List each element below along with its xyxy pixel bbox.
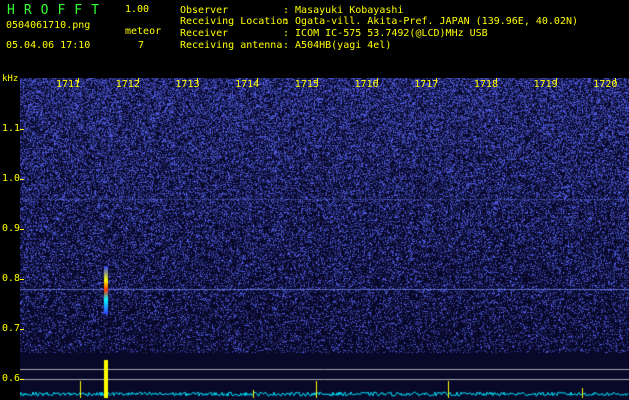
spectrogram-canvas xyxy=(20,78,629,400)
y-axis-unit: kHz xyxy=(2,74,19,84)
antenna-value: : A504HB(yagi 4el) xyxy=(283,40,392,51)
x-tick-label: 1711 xyxy=(56,79,81,90)
y-tick-label: 1.0 xyxy=(2,173,21,184)
x-tick-mark xyxy=(138,78,139,83)
x-tick-label: 1713 xyxy=(175,79,200,90)
antenna-label: Receiving antenna xyxy=(180,40,283,51)
y-tick-label: 0.9 xyxy=(2,223,21,234)
y-tick-mark xyxy=(20,329,24,330)
x-tick-mark xyxy=(556,78,557,83)
x-tick-mark xyxy=(78,78,79,83)
file-name: 0504061710.png xyxy=(6,20,91,31)
x-tick-mark xyxy=(197,78,198,83)
y-tick-label: 0.7 xyxy=(2,323,21,334)
meteor-label: meteor xyxy=(125,26,162,37)
y-tick-mark xyxy=(20,129,24,130)
spectrogram-area xyxy=(20,78,629,400)
x-tick-label: 1714 xyxy=(235,79,260,90)
location-label: Receiving Location xyxy=(180,16,289,27)
x-tick-label: 1719 xyxy=(533,79,558,90)
app-title: HROFFT xyxy=(7,3,108,18)
y-tick-mark xyxy=(20,179,24,180)
observer-label: Observer xyxy=(180,5,229,16)
x-tick-label: 1715 xyxy=(294,79,319,90)
app-version: 1.00 xyxy=(125,4,150,15)
x-tick-mark xyxy=(317,78,318,83)
x-tick-mark xyxy=(615,78,616,83)
receiver-label: Receiver xyxy=(180,28,229,39)
y-tick-label: 1.1 xyxy=(2,123,21,134)
location-value: : Ogata-vill. Akita-Pref. JAPAN (139.96E… xyxy=(283,16,579,27)
meteor-count: 7 xyxy=(138,40,145,51)
y-tick-mark xyxy=(20,379,24,380)
receiver-value: : ICOM IC-575 53.7492(@LCD)MHz USB xyxy=(283,28,488,39)
x-tick-mark xyxy=(257,78,258,83)
y-tick-mark xyxy=(20,279,24,280)
x-tick-mark xyxy=(436,78,437,83)
x-tick-label: 1720 xyxy=(593,79,618,90)
y-tick-label: 0.8 xyxy=(2,273,21,284)
hrofft-window: HROFFT 1.00 0504061710.png 05.04.06 17:1… xyxy=(0,0,629,400)
x-tick-label: 1712 xyxy=(115,79,140,90)
x-tick-label: 1717 xyxy=(414,79,439,90)
x-tick-mark xyxy=(496,78,497,83)
x-tick-label: 1716 xyxy=(354,79,379,90)
observer-value: : Masayuki Kobayashi xyxy=(283,5,404,16)
y-tick-mark xyxy=(20,229,24,230)
y-tick-label: 0.6 xyxy=(2,373,21,384)
x-tick-label: 1718 xyxy=(473,79,498,90)
capture-datetime: 05.04.06 17:10 xyxy=(6,40,91,51)
x-tick-mark xyxy=(377,78,378,83)
